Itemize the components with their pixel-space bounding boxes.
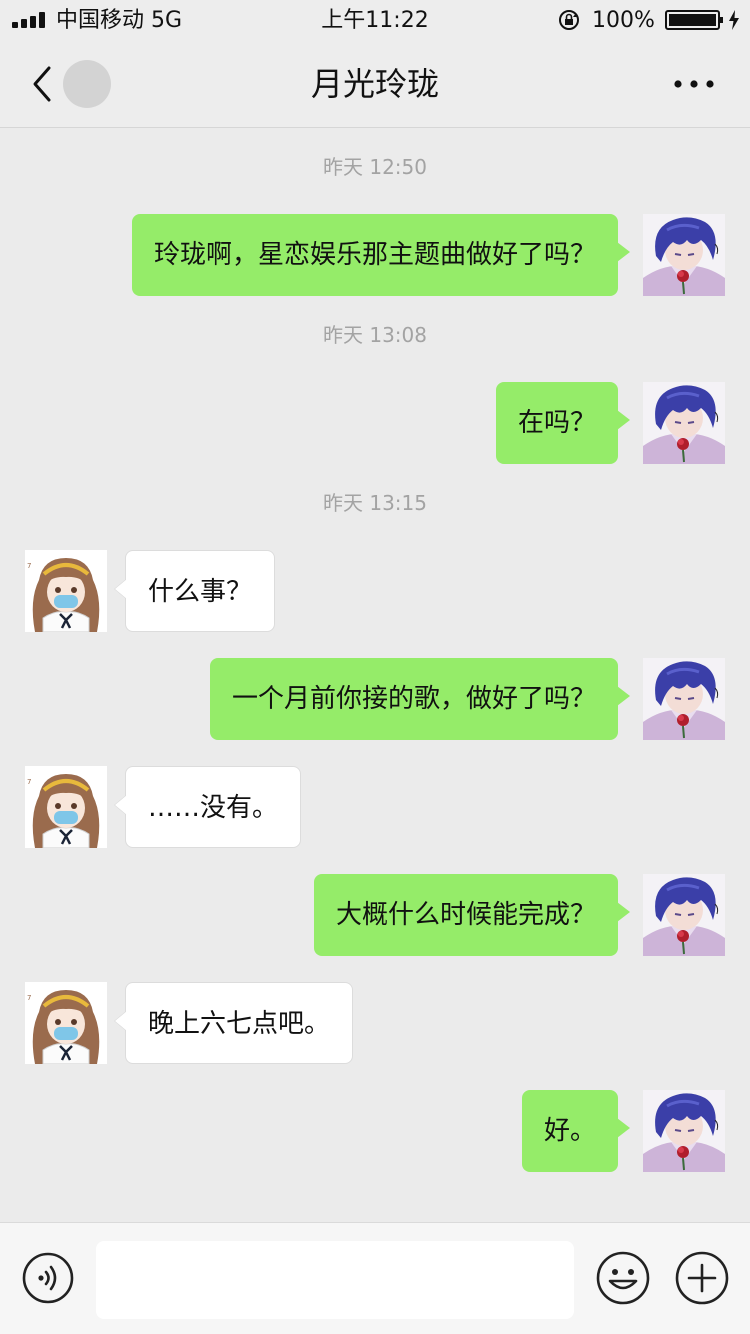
- incoming-message: 晚上六七点吧。: [0, 982, 750, 1064]
- my-avatar[interactable]: [643, 214, 725, 296]
- my-avatar[interactable]: [643, 382, 725, 464]
- charging-bolt-icon: [729, 10, 739, 30]
- incoming-message: 什么事？: [0, 550, 750, 632]
- my-avatar[interactable]: [643, 1090, 725, 1172]
- contact-avatar[interactable]: [25, 550, 107, 632]
- incoming-message: ……没有。: [0, 766, 750, 848]
- message-bubble[interactable]: 晚上六七点吧。: [113, 982, 354, 1064]
- outgoing-message: 大概什么时候能完成？: [0, 874, 750, 956]
- input-bar: [0, 1222, 750, 1334]
- battery-icon: [665, 10, 723, 30]
- message-bubble[interactable]: 玲珑啊，星恋娱乐那主题曲做好了吗？: [131, 214, 631, 296]
- emoji-icon[interactable]: [596, 1251, 650, 1305]
- outgoing-message: 好。: [0, 1090, 750, 1172]
- outgoing-message: 在吗？: [0, 382, 750, 464]
- message-timestamp: 昨天 13:15: [323, 491, 427, 515]
- my-avatar[interactable]: [643, 658, 725, 740]
- status-bar: 中国移动 5G 上午11:22 100%: [0, 0, 750, 40]
- orientation-lock-icon: [559, 10, 579, 30]
- battery-percent: 100%: [592, 8, 655, 33]
- message-bubble[interactable]: 什么事？: [113, 550, 276, 632]
- message-bubble[interactable]: ……没有。: [113, 766, 302, 848]
- more-dots-icon[interactable]: [672, 76, 716, 92]
- outgoing-message: 一个月前你接的歌，做好了吗？: [0, 658, 750, 740]
- message-timestamp: 昨天 12:50: [323, 155, 427, 179]
- outgoing-message: 玲珑啊，星恋娱乐那主题曲做好了吗？: [0, 214, 750, 296]
- contact-avatar[interactable]: [25, 982, 107, 1064]
- chat-header: 月光玲珑: [0, 40, 750, 128]
- contact-avatar[interactable]: [25, 766, 107, 848]
- message-bubble[interactable]: 一个月前你接的歌，做好了吗？: [209, 658, 631, 740]
- chat-title: 月光玲珑: [310, 65, 439, 103]
- message-bubble[interactable]: 在吗？: [495, 382, 631, 464]
- my-avatar[interactable]: [643, 874, 725, 956]
- plus-icon[interactable]: [675, 1251, 729, 1305]
- message-input[interactable]: [96, 1241, 574, 1319]
- voice-icon[interactable]: [22, 1252, 74, 1304]
- message-bubble[interactable]: 好。: [521, 1090, 631, 1172]
- message-timestamp: 昨天 13:08: [323, 323, 427, 347]
- message-bubble[interactable]: 大概什么时候能完成？: [313, 874, 631, 956]
